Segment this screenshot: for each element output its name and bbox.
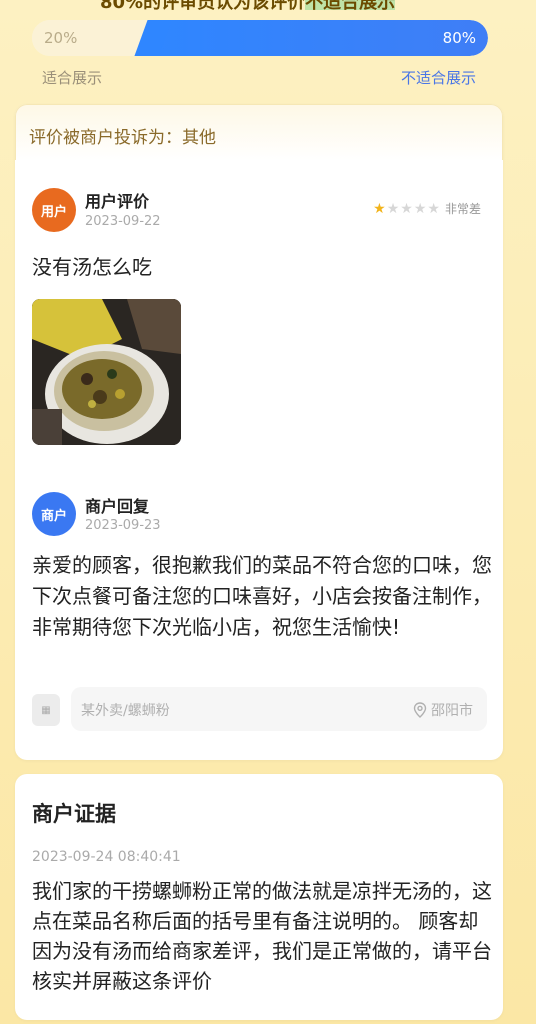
user-review-name: 用户评价 [85, 192, 150, 211]
ratio-left-percent: 20% [44, 29, 78, 47]
page-title-highlight: 不适合展示 [305, 0, 396, 10]
ratio-label-unsuitable: 不适合展示 [400, 69, 476, 87]
merchant-reply-content: 亲爱的顾客，很抱歉我们的菜品不符合您的口味，您下次点餐可备注您的口味喜好，小店会… [32, 553, 492, 639]
store-thumbnail-icon: ▦ [32, 694, 60, 726]
star-icon: ★ [386, 200, 400, 217]
food-photo[interactable] [32, 299, 181, 445]
star-icon: ★ [373, 200, 386, 217]
star-icon: ★ [427, 200, 440, 217]
food-photo-image [32, 299, 181, 445]
ratio-left-segment: 20% [32, 20, 150, 56]
ratio-right-segment: 80% [153, 20, 488, 56]
store-category: 某外卖/螺蛳粉 [81, 703, 170, 719]
user-review-content: 没有汤怎么吃 [32, 255, 152, 279]
user-review-date: 2023-09-22 [85, 214, 161, 229]
review-card: 评价被商户投诉为：其他 用户 用户评价 2023-09-22 ★ ★ ★ ★ ★… [15, 104, 503, 760]
page-title-text: 80%的评审员认为该评价 [100, 0, 305, 10]
store-info-bar[interactable]: 某外卖/螺蛳粉 邵阳市 [71, 687, 487, 731]
rating-text: 非常差 [444, 202, 481, 216]
merchant-avatar: 商户 [32, 492, 76, 536]
merchant-evidence-card: 商户证据 2023-09-24 08:40:41 我们家的干捞螺蛳粉正常的做法就… [15, 774, 503, 1020]
star-icon: ★ [400, 200, 413, 217]
store-location-text: 邵阳市 [431, 703, 473, 719]
evidence-title: 商户证据 [32, 802, 116, 826]
user-avatar: 用户 [32, 188, 76, 232]
complaint-header: 评价被商户投诉为：其他 [15, 104, 503, 160]
merchant-reply-name: 商户回复 [85, 497, 150, 516]
ratio-right-percent: 80% [442, 29, 476, 47]
complaint-text: 评价被商户投诉为：其他 [29, 128, 216, 148]
rating-stars: ★ ★ ★ ★ ★ 非常差 [373, 200, 481, 217]
store-location: 邵阳市 [413, 700, 473, 720]
review-ratio-bar: 20% 80% [32, 20, 488, 56]
star-icon: ★ [413, 200, 427, 217]
location-pin-icon [413, 702, 427, 718]
ratio-label-suitable: 适合展示 [42, 69, 103, 87]
page-title-partial: 80%的评审员认为该评价不适合展示 [100, 0, 420, 10]
merchant-reply-date: 2023-09-23 [85, 518, 161, 533]
evidence-content: 我们家的干捞螺蛳粉正常的做法就是凉拌无汤的，这点在菜品名称后面的括号里有备注说明… [32, 879, 492, 993]
evidence-timestamp: 2023-09-24 08:40:41 [32, 849, 181, 865]
